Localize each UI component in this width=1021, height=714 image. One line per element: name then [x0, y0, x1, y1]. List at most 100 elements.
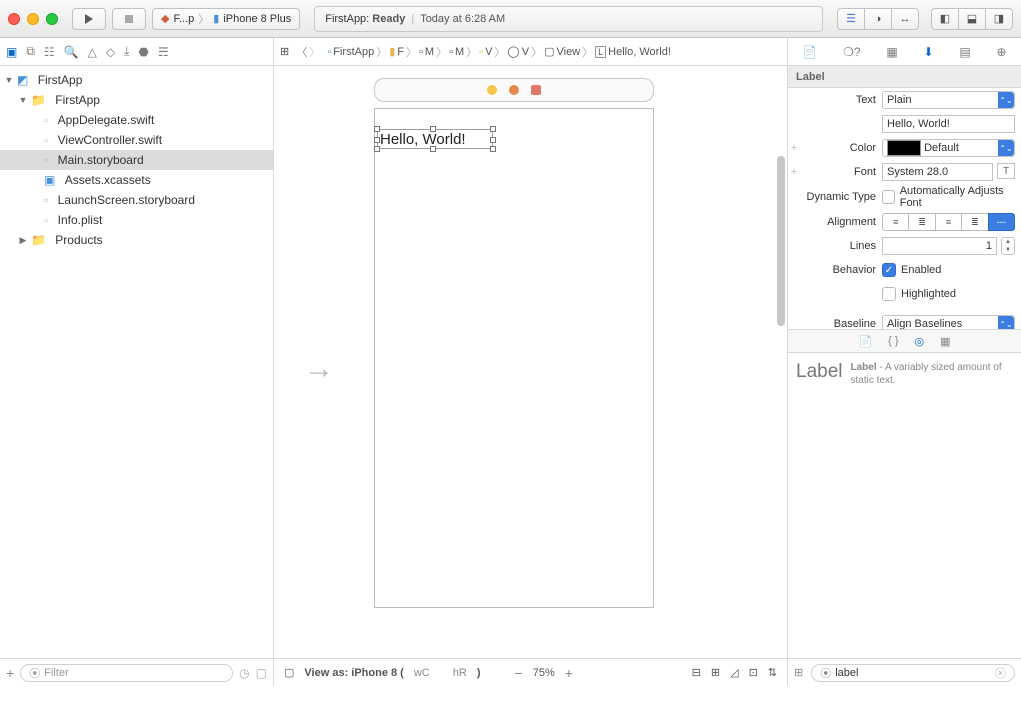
jump-item[interactable]: V	[522, 46, 529, 58]
lines-stepper[interactable]: ▲▼	[1001, 237, 1015, 255]
jump-project[interactable]: FirstApp	[333, 46, 374, 58]
file-templates-tab[interactable]: 📄	[858, 335, 872, 348]
standard-editor-button[interactable]: ☰	[837, 8, 865, 30]
issue-navigator-tab[interactable]: △	[88, 45, 97, 59]
scheme-selector[interactable]: ◆ F...p 〉 ▮ iPhone 8 Plus	[152, 8, 300, 30]
exit-icon[interactable]	[531, 85, 541, 95]
stack-button[interactable]: ⇅	[768, 666, 777, 679]
code-snippets-tab[interactable]: { }	[888, 335, 898, 347]
initial-vc-arrow[interactable]: →	[304, 352, 334, 386]
breakpoint-navigator-tab[interactable]: ⬣	[138, 45, 148, 59]
vc-icon[interactable]	[487, 85, 497, 95]
add-variant-button[interactable]: +	[788, 142, 800, 154]
viewas-label[interactable]: View as: iPhone 8 (	[304, 667, 403, 679]
lines-input[interactable]: 1	[882, 237, 997, 255]
alignment-segmented[interactable]: ≡ ≣ ≡ ≣ ---	[882, 213, 1015, 231]
zoom-out-button[interactable]: −	[515, 665, 523, 681]
align-right-button[interactable]: ≡	[935, 213, 962, 231]
back-button[interactable]: 〈	[296, 44, 307, 60]
recent-filter-icon[interactable]: ◷	[239, 666, 249, 680]
align-natural-button[interactable]: ---	[988, 213, 1015, 231]
navigator-footer: + ⦿ Filter ◷ ▢	[0, 658, 273, 686]
zoom-in-button[interactable]: +	[565, 665, 573, 681]
connections-inspector-tab[interactable]: ⊕	[997, 45, 1007, 59]
library-filter-input[interactable]: ⦿ label ⓧ	[811, 664, 1015, 682]
canvas-scrollbar[interactable]	[777, 156, 785, 326]
file-row-selected[interactable]: ▫ Main.storyboard	[0, 150, 273, 170]
test-navigator-tab[interactable]: ◇	[106, 45, 115, 59]
text-mode-select[interactable]: Plain⌃⌄	[882, 91, 1015, 109]
align-button[interactable]: ⊟	[692, 666, 701, 679]
file-row[interactable]: ▫ ViewController.swift	[0, 130, 273, 150]
scm-filter-icon[interactable]: ▢	[256, 666, 267, 680]
canvas-area[interactable]: Hello, World! →	[274, 66, 787, 658]
align-center-button[interactable]: ≣	[908, 213, 935, 231]
pin-button[interactable]: ⊞	[711, 666, 720, 679]
font-input[interactable]: System 28.0	[882, 163, 993, 181]
run-button[interactable]	[72, 8, 106, 30]
help-inspector-tab[interactable]: ❍?	[843, 45, 860, 59]
jump-bar[interactable]: ⊞ 〈 〉 ▫FirstApp〉 ▮F〉 ▫M〉 ▫M〉 ▫V〉 ◯V〉 ▢Vi…	[274, 38, 787, 65]
add-variant-button[interactable]: +	[788, 166, 800, 178]
zoom-window-button[interactable]	[46, 13, 58, 25]
file-row[interactable]: ▫ AppDelegate.swift	[0, 110, 273, 130]
jump-item[interactable]: M	[455, 46, 464, 58]
zoom-label[interactable]: 75%	[533, 667, 555, 679]
text-value-input[interactable]: Hello, World!	[882, 115, 1015, 133]
toggle-navigator-button[interactable]: ◧	[931, 8, 959, 30]
attributes-inspector-tab[interactable]: ⬇	[924, 45, 934, 59]
baseline-select[interactable]: Align Baselines⌃⌄	[882, 315, 1015, 329]
debug-navigator-tab[interactable]: ⤓	[124, 44, 129, 59]
align-justify-button[interactable]: ≣	[961, 213, 988, 231]
toggle-debug-button[interactable]: ⬓	[958, 8, 986, 30]
enabled-label: Enabled	[901, 264, 941, 276]
project-root-row[interactable]: ▼◩ FirstApp	[0, 70, 273, 90]
font-picker-button[interactable]: T	[997, 163, 1015, 179]
selected-label[interactable]: Hello, World!	[377, 129, 493, 149]
enabled-checkbox[interactable]: ✓	[882, 263, 896, 277]
version-editor-button[interactable]: ↔	[891, 8, 919, 30]
color-select[interactable]: Default⌃⌄	[882, 139, 1015, 157]
size-inspector-tab[interactable]: ▤	[959, 45, 970, 59]
grid-view-icon[interactable]: ⊞	[794, 666, 803, 679]
view-controller-view[interactable]: Hello, World!	[374, 108, 654, 608]
jump-item[interactable]: V	[485, 46, 492, 58]
navigator-filter-input[interactable]: ⦿ Filter	[20, 664, 233, 682]
file-inspector-tab[interactable]: 📄	[802, 45, 817, 59]
highlighted-checkbox[interactable]	[882, 287, 896, 301]
jump-folder[interactable]: F	[397, 46, 404, 58]
first-responder-icon[interactable]	[509, 85, 519, 95]
identity-inspector-tab[interactable]: ▦	[886, 45, 897, 59]
embed-button[interactable]: ⊡	[749, 666, 758, 679]
jump-view[interactable]: View	[556, 46, 580, 58]
assistant-editor-button[interactable]: ◑	[864, 8, 892, 30]
find-navigator-tab[interactable]: 🔍	[64, 45, 79, 59]
source-control-tab[interactable]: ⧉	[26, 44, 35, 59]
align-left-button[interactable]: ≡	[882, 213, 909, 231]
clear-filter-icon[interactable]: ⓧ	[995, 665, 1006, 681]
resolve-button[interactable]: ◿	[730, 666, 738, 679]
group-row[interactable]: ▼📁 FirstApp	[0, 90, 273, 110]
scene-dock[interactable]	[374, 78, 654, 102]
file-row[interactable]: ▫ LaunchScreen.storyboard	[0, 190, 273, 210]
library-item[interactable]: Label Label - A variably sized amount of…	[788, 353, 1021, 395]
stop-button[interactable]	[112, 8, 146, 30]
close-window-button[interactable]	[8, 13, 20, 25]
symbol-navigator-tab[interactable]: ☷	[44, 45, 55, 59]
project-navigator-tab[interactable]: ▣	[6, 45, 17, 59]
media-library-tab[interactable]: ▦	[940, 335, 950, 348]
file-row[interactable]: ▣ Assets.xcassets	[0, 170, 273, 190]
minimize-window-button[interactable]	[27, 13, 39, 25]
dyntype-checkbox[interactable]	[882, 190, 895, 204]
jump-item[interactable]: M	[425, 46, 434, 58]
outline-toggle-icon[interactable]: ▢	[284, 666, 294, 679]
related-items-icon[interactable]: ⊞	[280, 45, 289, 58]
add-button[interactable]: +	[6, 665, 14, 681]
forward-button[interactable]: 〉	[309, 44, 320, 60]
file-row[interactable]: ▫ Info.plist	[0, 210, 273, 230]
object-library-tab[interactable]: ◎	[915, 335, 925, 348]
jump-label[interactable]: Hello, World!	[608, 46, 671, 58]
report-navigator-tab[interactable]: ☴	[158, 45, 169, 59]
toggle-inspector-button[interactable]: ◨	[985, 8, 1013, 30]
products-row[interactable]: ▶📁 Products	[0, 230, 273, 250]
